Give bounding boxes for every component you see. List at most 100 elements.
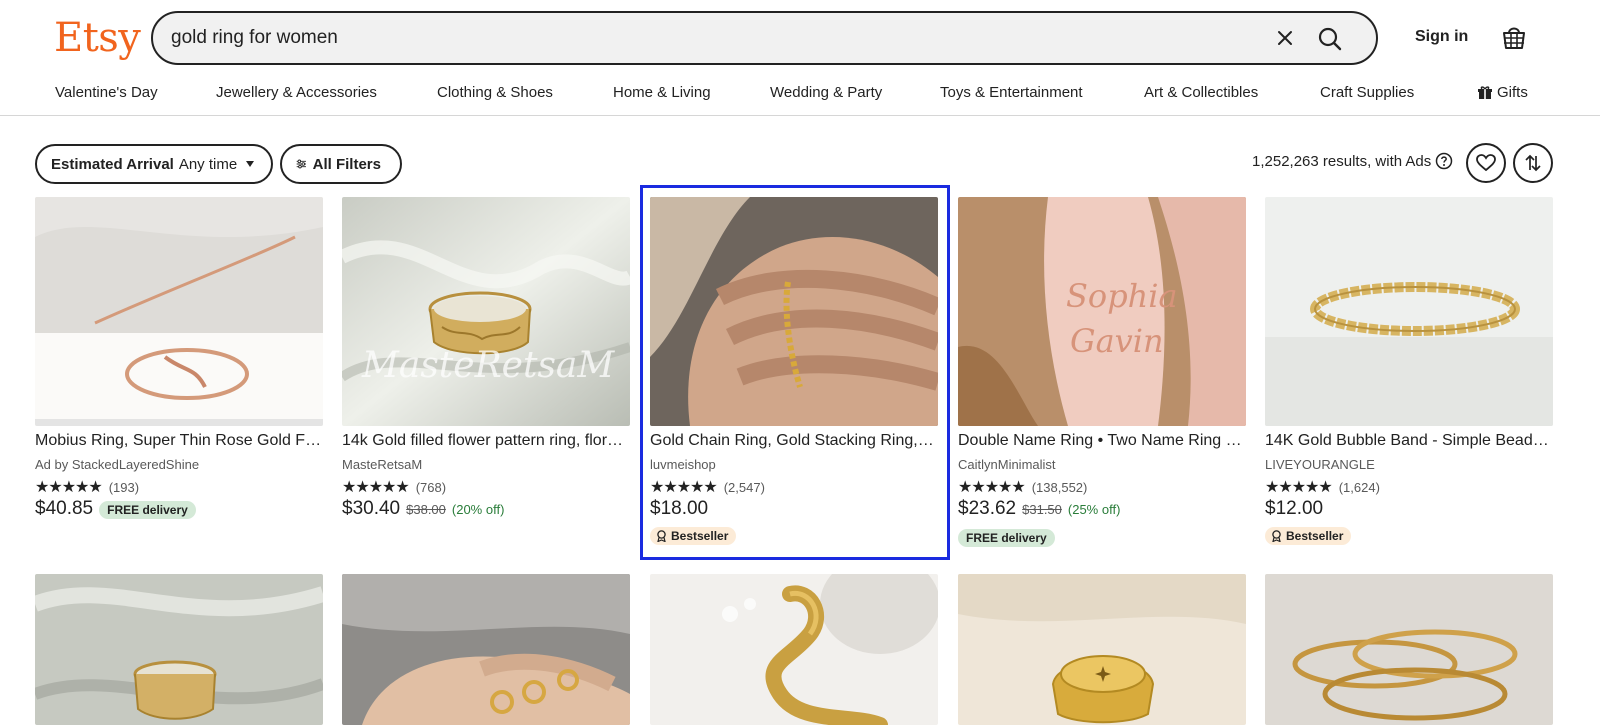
gifts-label: Gifts (1497, 84, 1528, 101)
listing-image[interactable]: Sophia Gavin (958, 197, 1246, 426)
listing-card[interactable]: Gold Chain Ring, Gold Stacking Ring, Dai… (650, 197, 938, 545)
listing-image[interactable]: MasteRetsaM (342, 197, 630, 426)
bestseller-label: Bestseller (671, 529, 729, 543)
star-rating-icons: ★★★★★ (342, 479, 410, 496)
listing-title[interactable]: 14K Gold Bubble Band - Simple Beaded Rin… (1265, 432, 1553, 450)
listing-shop[interactable]: luvmeishop (650, 457, 716, 472)
category-gifts[interactable]: Gifts (1478, 84, 1528, 101)
original-price: $38.00 (406, 502, 446, 517)
listing-image[interactable] (1265, 574, 1553, 725)
listing-card[interactable] (35, 574, 323, 725)
search-bar (151, 11, 1378, 65)
discount-text: (20% off) (451, 502, 505, 517)
bestseller-label: Bestseller (1286, 529, 1344, 543)
review-count: (2,547) (723, 479, 765, 495)
gift-icon (1478, 85, 1492, 99)
name-ring-text-2: Gavin (1070, 322, 1164, 360)
category-craft-supplies[interactable]: Craft Supplies (1320, 84, 1414, 101)
listing-shop[interactable]: Ad by StackedLayeredShine (35, 457, 199, 472)
listing-title[interactable]: 14k Gold filled flower pattern ring, flo… (342, 432, 630, 450)
all-filters-label: All Filters (312, 155, 381, 173)
search-input[interactable] (171, 25, 1231, 51)
close-icon (1278, 31, 1292, 45)
bestseller-badge: Bestseller (650, 527, 737, 545)
listing-card[interactable] (342, 574, 630, 725)
price-line: $30.40 $38.00 (20% off) (342, 498, 504, 520)
category-home-living[interactable]: Home & Living (613, 84, 711, 101)
listing-shop[interactable]: CaitlynMinimalist (958, 457, 1056, 472)
listing-title[interactable]: Double Name Ring • Two Name Ring • Perso… (958, 432, 1246, 450)
review-count: (193) (108, 479, 140, 495)
listing-card[interactable] (1265, 574, 1553, 725)
listing-card[interactable]: MasteRetsaM 14k Gold filled flower patte… (342, 197, 630, 537)
category-valentines-day[interactable]: Valentine's Day (55, 84, 158, 101)
listing-shop[interactable]: LIVEYOURANGLE (1265, 457, 1375, 472)
free-delivery-row: FREE delivery (958, 529, 1055, 547)
category-wedding-party[interactable]: Wedding & Party (770, 84, 882, 101)
arrival-value: Any time (178, 155, 238, 173)
listing-rating: ★★★★★ (193) (35, 477, 139, 497)
award-ribbon-icon (657, 530, 666, 542)
etsy-logo[interactable]: Etsy (54, 12, 141, 64)
clear-search-button[interactable] (1272, 25, 1298, 51)
category-nav: Valentine's Day Jewellery & Accessories … (0, 78, 1600, 116)
listing-image[interactable] (958, 574, 1246, 725)
listing-price: $30.40 (342, 498, 401, 519)
watermark-text: MasteRetsaM (361, 345, 615, 386)
listing-rating: ★★★★★ (138,552) (958, 477, 1087, 497)
listing-image[interactable] (1265, 197, 1553, 426)
listing-image[interactable] (650, 197, 938, 426)
search-button[interactable] (1312, 21, 1348, 57)
estimated-arrival-dropdown[interactable]: Estimated Arrival Any time (35, 144, 273, 184)
arrival-label: Estimated Arrival (51, 155, 174, 173)
free-delivery-badge: FREE delivery (99, 501, 196, 519)
listing-rating: ★★★★★ (768) (342, 477, 446, 497)
listing-price: $23.62 (958, 498, 1017, 519)
all-filters-button[interactable]: All Filters (280, 144, 402, 184)
award-ribbon-icon (1272, 530, 1281, 542)
listing-card[interactable]: Sophia Gavin Double Name Ring • Two Name… (958, 197, 1246, 552)
listing-rating: ★★★★★ (1,624) (1265, 477, 1380, 497)
help-icon[interactable] (1435, 152, 1453, 170)
star-rating-icons: ★★★★★ (1265, 479, 1333, 496)
results-count: 1,252,263 results, with Ads (1252, 152, 1453, 170)
listing-image[interactable] (650, 574, 938, 725)
listing-rating: ★★★★★ (2,547) (650, 477, 765, 497)
category-toys[interactable]: Toys & Entertainment (940, 84, 1083, 101)
free-delivery-badge: FREE delivery (958, 529, 1055, 547)
shopping-basket-icon (1503, 27, 1525, 49)
star-rating-icons: ★★★★★ (35, 479, 103, 496)
listing-card[interactable]: Mobius Ring, Super Thin Rose Gold Filled… (35, 197, 323, 537)
listing-image[interactable] (342, 574, 630, 725)
listing-image[interactable] (35, 197, 323, 426)
listing-card[interactable] (650, 574, 938, 725)
listing-card[interactable]: 14K Gold Bubble Band - Simple Beaded Rin… (1265, 197, 1553, 545)
favorite-search-button[interactable] (1466, 143, 1506, 183)
cart-button[interactable] (1500, 22, 1528, 52)
listing-title[interactable]: Gold Chain Ring, Gold Stacking Ring, Dai… (650, 432, 938, 450)
review-count: (768) (415, 479, 447, 495)
listing-shop[interactable]: MasteRetsaM (342, 457, 422, 472)
discount-text: (25% off) (1067, 502, 1121, 517)
listing-image[interactable] (35, 574, 323, 725)
bestseller-badge: Bestseller (1265, 527, 1352, 545)
sort-button[interactable] (1513, 143, 1553, 183)
name-ring-text-1: Sophia (1066, 277, 1178, 315)
listing-price: $40.85 (35, 498, 94, 519)
listing-title[interactable]: Mobius Ring, Super Thin Rose Gold Filled… (35, 432, 323, 450)
review-count: (138,552) (1031, 479, 1088, 495)
category-art[interactable]: Art & Collectibles (1144, 84, 1258, 101)
sliders-icon (296, 159, 306, 169)
listing-price: $12.00 (1265, 498, 1324, 519)
star-rating-icons: ★★★★★ (958, 479, 1026, 496)
caret-down-icon (246, 161, 255, 167)
review-count: (1,624) (1338, 479, 1380, 495)
price-line: $40.85 FREE delivery (35, 498, 196, 520)
price-line: $12.00 (1265, 498, 1323, 520)
listing-card[interactable] (958, 574, 1246, 725)
category-jewellery[interactable]: Jewellery & Accessories (216, 84, 377, 101)
sort-arrows-icon (1525, 154, 1541, 172)
category-clothing[interactable]: Clothing & Shoes (437, 84, 553, 101)
sign-in-link[interactable]: Sign in (1415, 28, 1468, 46)
price-line: $18.00 (650, 498, 708, 520)
